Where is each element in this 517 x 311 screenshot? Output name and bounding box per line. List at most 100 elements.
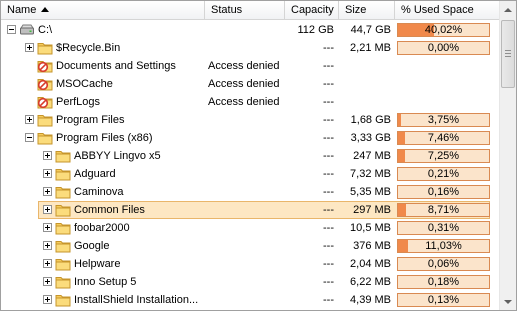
scroll-thumb[interactable] <box>501 20 515 88</box>
tree-row[interactable]: Google --- 376 MB 11,03% <box>1 237 500 255</box>
tree-row[interactable]: C:\ 112 GB 44,7 GB 40,02% <box>1 21 500 39</box>
used-space-bar: 0,00% <box>397 41 490 55</box>
used-space-bar: 11,03% <box>397 239 490 253</box>
folder-size-tree: Name Status Capacity Size % Used Space C… <box>0 0 517 311</box>
folder-icon <box>55 257 71 271</box>
row-size: 1,68 GB <box>350 114 391 126</box>
used-space-percent: 0,21% <box>427 168 460 180</box>
tree-row[interactable]: PerfLogs Access denied --- <box>1 93 500 111</box>
used-space-bar: 8,71% <box>397 203 490 217</box>
row-name: Program Files <box>56 114 125 126</box>
used-space-bar: 0,21% <box>397 167 490 181</box>
row-capacity: --- <box>323 294 334 306</box>
row-size: 4,39 MB <box>350 294 391 306</box>
column-capacity[interactable]: Capacity <box>285 1 339 20</box>
tree-row[interactable]: Adguard --- 7,32 MB 0,21% <box>1 165 500 183</box>
row-name: Common Files <box>74 204 145 216</box>
used-space-percent: 7,46% <box>427 132 460 144</box>
folder-icon <box>55 203 71 217</box>
scroll-up-button[interactable] <box>500 1 516 18</box>
scroll-up-arrow-icon <box>504 7 512 12</box>
tree-row[interactable]: InstallShield Installation... --- 4,39 MB 0… <box>1 291 500 309</box>
used-space-percent: 0,31% <box>427 222 460 234</box>
row-capacity: --- <box>323 276 334 288</box>
used-space-percent: 8,71% <box>427 204 460 216</box>
thumb-grip-line <box>505 50 511 51</box>
expand-icon[interactable] <box>43 151 52 160</box>
expand-icon[interactable] <box>43 169 52 178</box>
used-space-bar: 0,13% <box>397 293 490 307</box>
row-name: foobar2000 <box>74 222 130 234</box>
tree-row[interactable]: Inno Setup 5 --- 6,22 MB 0,18% <box>1 273 500 291</box>
column-name[interactable]: Name <box>1 1 205 20</box>
row-capacity: --- <box>323 150 334 162</box>
row-size: 3,33 GB <box>350 132 391 144</box>
row-size <box>339 57 395 75</box>
scroll-down-button[interactable] <box>500 293 516 310</box>
column-status[interactable]: Status <box>205 1 285 20</box>
used-space-bar: 0,31% <box>397 221 490 235</box>
row-size: 2,21 MB <box>350 42 391 54</box>
drive-icon <box>19 23 35 37</box>
row-capacity: --- <box>323 132 334 144</box>
row-capacity: --- <box>323 78 334 90</box>
folder-icon <box>55 185 71 199</box>
vertical-scrollbar[interactable] <box>499 1 516 310</box>
used-space-bar: 7,25% <box>397 149 490 163</box>
expand-icon[interactable] <box>43 277 52 286</box>
expand-icon[interactable] <box>43 241 52 250</box>
used-space-bar: 0,16% <box>397 185 490 199</box>
row-name: ABBYY Lingvo x5 <box>74 150 161 162</box>
expand-icon[interactable] <box>43 259 52 268</box>
folder-icon <box>55 149 71 163</box>
used-space-bar: 40,02% <box>397 23 490 37</box>
collapse-icon[interactable] <box>7 25 16 34</box>
tree-rows: C:\ 112 GB 44,7 GB 40,02% $Recycle.Bin --- 2,2… <box>1 21 500 309</box>
row-size: 10,5 MB <box>350 222 391 234</box>
tree-row[interactable]: MSOCache Access denied --- <box>1 75 500 93</box>
used-space-percent: 40,02% <box>424 24 463 36</box>
used-space-bar: 0,18% <box>397 275 490 289</box>
tree-row[interactable]: Helpware --- 2,04 MB 0,06% <box>1 255 500 273</box>
row-name: Caminova <box>74 186 124 198</box>
used-space-percent: 0,16% <box>427 186 460 198</box>
used-space-percent: 7,25% <box>427 150 460 162</box>
collapse-icon[interactable] <box>25 133 34 142</box>
row-capacity: --- <box>323 204 334 216</box>
expand-icon[interactable] <box>25 115 34 124</box>
tree-row[interactable]: Common Files --- 297 MB 8,71% <box>1 201 500 219</box>
tree-row[interactable]: Caminova --- 5,35 MB 0,16% <box>1 183 500 201</box>
folder-denied-icon <box>37 77 53 91</box>
row-status: Access denied <box>208 78 280 90</box>
column-size[interactable]: Size <box>339 1 395 20</box>
used-space-bar: 0,06% <box>397 257 490 271</box>
row-capacity: --- <box>323 240 334 252</box>
folder-icon <box>37 131 53 145</box>
expand-icon[interactable] <box>43 295 52 304</box>
tree-row[interactable]: $Recycle.Bin --- 2,21 MB 0,00% <box>1 39 500 57</box>
expand-icon[interactable] <box>43 187 52 196</box>
folder-icon <box>55 221 71 235</box>
row-size: 376 MB <box>353 240 391 252</box>
row-capacity: --- <box>323 42 334 54</box>
row-size <box>339 75 395 93</box>
expand-icon[interactable] <box>43 223 52 232</box>
tree-row[interactable]: Program Files (x86) --- 3,33 GB 7,46% <box>1 129 500 147</box>
expand-icon[interactable] <box>43 205 52 214</box>
used-space-bar: 3,75% <box>397 113 490 127</box>
row-capacity: --- <box>323 168 334 180</box>
row-size: 247 MB <box>353 150 391 162</box>
tree-row[interactable]: ABBYY Lingvo x5 --- 247 MB 7,25% <box>1 147 500 165</box>
used-space-bar: 7,46% <box>397 131 490 145</box>
row-size: 6,22 MB <box>350 276 391 288</box>
folder-icon <box>55 167 71 181</box>
row-size: 2,04 MB <box>350 258 391 270</box>
used-space-percent: 0,18% <box>427 276 460 288</box>
tree-row[interactable]: foobar2000 --- 10,5 MB 0,31% <box>1 219 500 237</box>
expand-icon[interactable] <box>25 43 34 52</box>
tree-row[interactable]: Documents and Settings Access denied --- <box>1 57 500 75</box>
column-used-space[interactable]: % Used Space <box>395 1 500 20</box>
row-capacity: --- <box>323 114 334 126</box>
tree-row[interactable]: Program Files --- 1,68 GB 3,75% <box>1 111 500 129</box>
folder-icon <box>37 113 53 127</box>
